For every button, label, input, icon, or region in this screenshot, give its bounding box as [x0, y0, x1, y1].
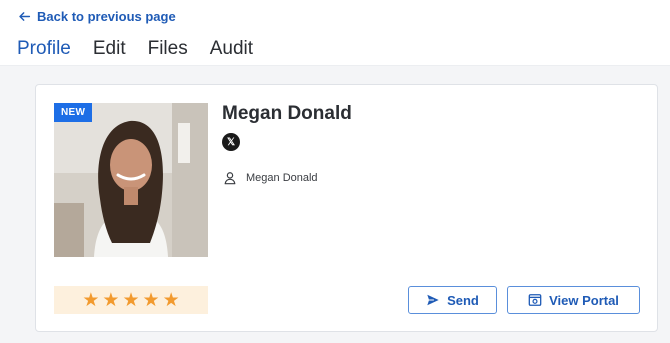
back-link-label: Back to previous page — [37, 9, 176, 24]
tab-bar: Profile Edit Files Audit — [17, 38, 253, 68]
arrow-left-icon — [19, 12, 31, 21]
back-link[interactable]: Back to previous page — [18, 9, 176, 24]
view-portal-button-label: View Portal — [549, 292, 619, 308]
tab-edit[interactable]: Edit — [93, 38, 126, 66]
send-button[interactable]: Send — [408, 286, 497, 314]
send-button-label: Send — [447, 292, 479, 308]
star-icon: ★ — [102, 289, 120, 311]
header: Back to previous page Profile Edit Files… — [0, 0, 670, 68]
profile-name: Megan Donald — [222, 103, 352, 124]
owner-row: Megan Donald — [223, 171, 318, 185]
person-icon — [224, 172, 236, 185]
profile-photo: NEW — [54, 103, 208, 257]
portal-icon — [528, 294, 542, 306]
new-badge: NEW — [54, 103, 93, 122]
view-portal-button[interactable]: View Portal — [507, 286, 640, 314]
star-icon: ★ — [162, 289, 180, 311]
star-icon: ★ — [82, 289, 100, 311]
content-area: NEW Megan Donald 𝕏 Megan Donald ★ ★ ★ ★ … — [0, 66, 670, 343]
star-rating: ★ ★ ★ ★ ★ — [54, 286, 208, 314]
tab-profile[interactable]: Profile — [17, 38, 71, 68]
profile-card: NEW Megan Donald 𝕏 Megan Donald ★ ★ ★ ★ … — [35, 84, 658, 332]
x-logo-icon[interactable]: 𝕏 — [222, 133, 240, 151]
owner-name: Megan Donald — [246, 172, 318, 184]
star-icon: ★ — [142, 289, 160, 311]
tab-audit[interactable]: Audit — [210, 38, 253, 66]
profile-photo-image — [54, 103, 208, 257]
tab-files[interactable]: Files — [148, 38, 188, 66]
send-icon — [427, 294, 439, 306]
star-icon: ★ — [122, 289, 140, 311]
